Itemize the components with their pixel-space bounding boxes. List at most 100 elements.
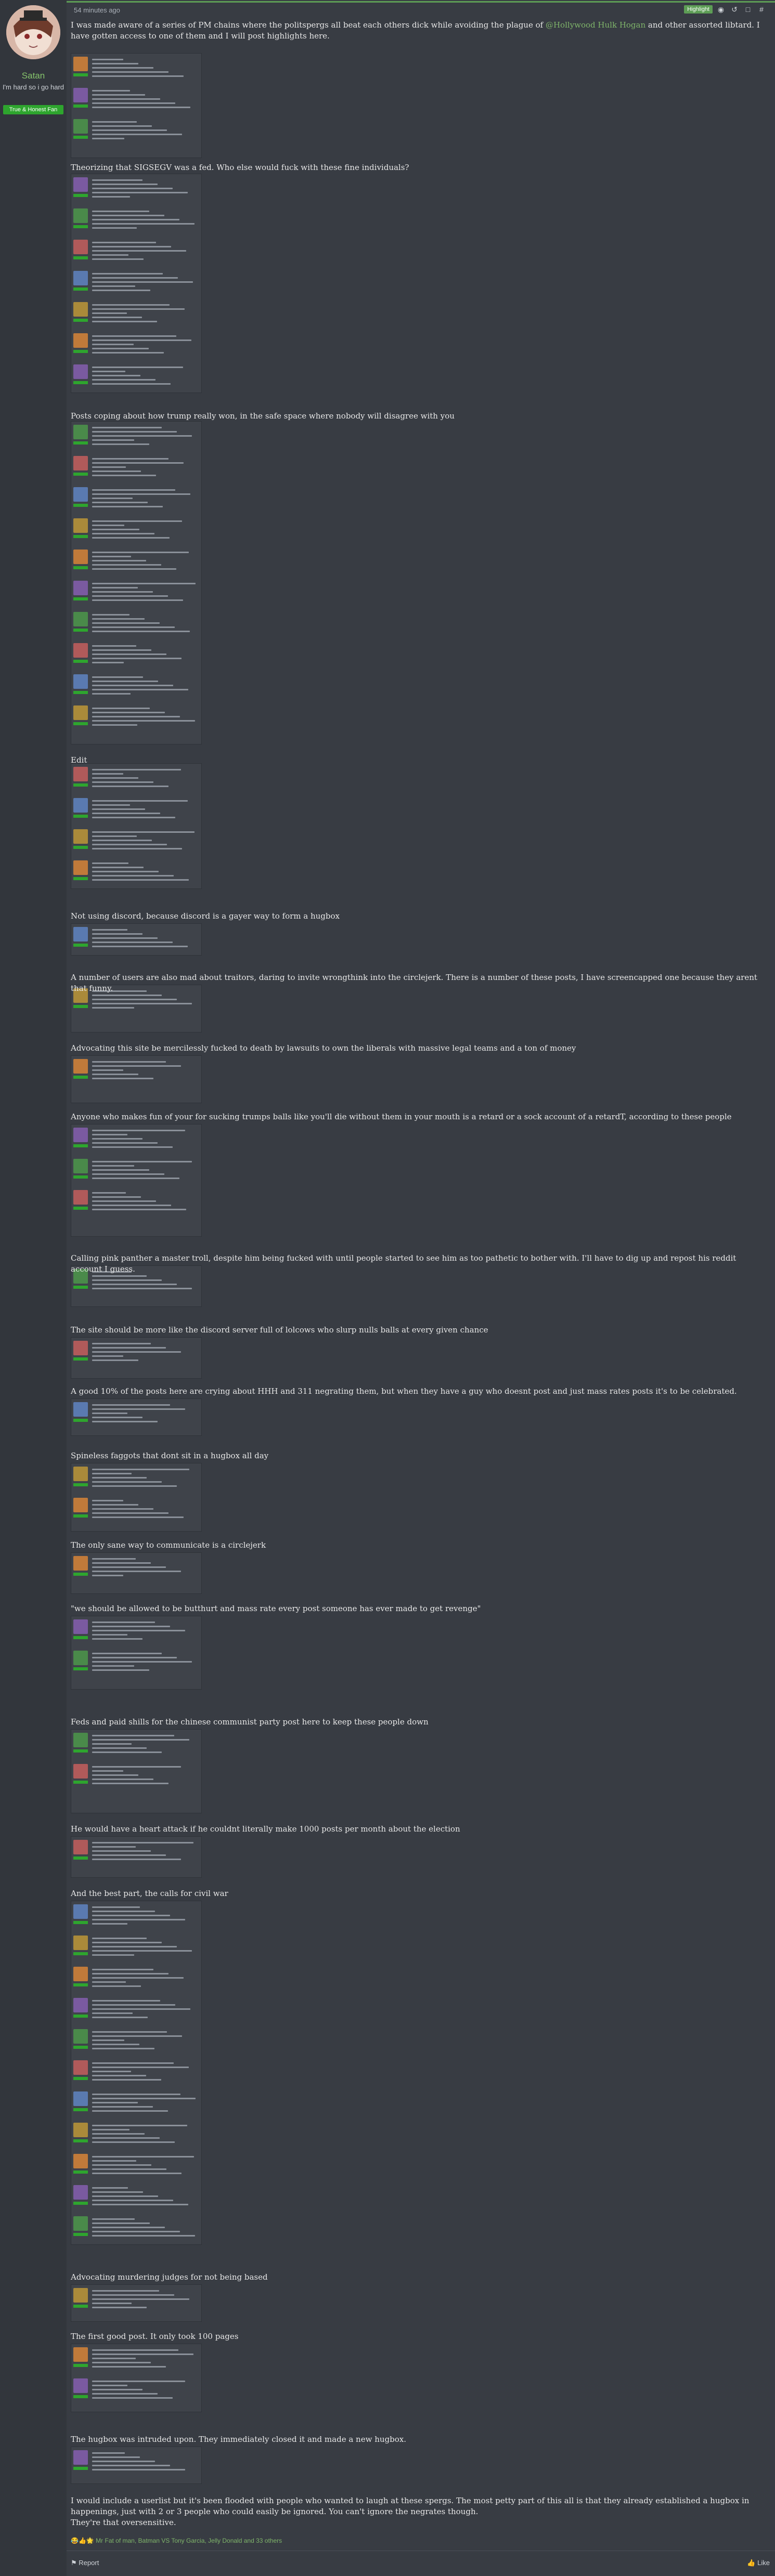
screenshot-avatar: [73, 2378, 88, 2393]
screenshot-text-line: [92, 335, 176, 337]
screenshot-image[interactable]: [71, 1463, 202, 1532]
screenshot-text-line: [92, 470, 141, 472]
screenshot-text-line: [92, 1919, 185, 1920]
screenshot-image[interactable]: [71, 1729, 202, 1813]
screenshot-text-line: [92, 848, 182, 849]
screenshot-text-line: [92, 506, 163, 507]
like-button[interactable]: 👍 Like: [747, 2559, 770, 2567]
screenshot-badge: [73, 256, 88, 259]
screenshot-avatar: [73, 1936, 88, 1950]
screenshot-badge: [73, 1636, 88, 1639]
screenshot-image[interactable]: [71, 53, 202, 158]
screenshot-image[interactable]: [71, 1055, 202, 1103]
screenshot-image[interactable]: [71, 421, 202, 744]
post-number-icon[interactable]: #: [756, 5, 767, 14]
screenshot-image[interactable]: [71, 2344, 202, 2412]
post-header: 54 minutes ago Highlight ◉ ↺ □ #: [71, 5, 771, 16]
user-mention[interactable]: @Hollywood Hulk Hogan: [546, 20, 645, 30]
screenshot-text-line: [92, 1950, 192, 1952]
screenshot-text-line: [92, 2008, 190, 2010]
screenshot-text-line: [92, 2231, 180, 2232]
screenshot-text-line: [92, 462, 184, 464]
share-icon[interactable]: ↺: [729, 5, 740, 14]
screenshot-text-line: [92, 2469, 185, 2470]
screenshot-avatar: [73, 767, 88, 781]
screenshot-badge: [73, 225, 88, 228]
screenshot-text-line: [92, 2389, 143, 2390]
screenshot-text-line: [92, 2106, 153, 2108]
screenshot-text-line: [92, 875, 174, 877]
reaction-icons: 😂👍🌟: [71, 2537, 96, 2544]
screenshot-text-line: [92, 840, 152, 841]
screenshot-text-line: [92, 2298, 189, 2300]
screenshot-image[interactable]: [71, 763, 202, 889]
thumbs-up-icon: 👍: [747, 2559, 758, 2567]
screenshot-text-line: [92, 2110, 168, 2112]
report-button[interactable]: ⚑ Report: [71, 2559, 99, 2567]
screenshot-text-line: [92, 475, 156, 476]
screenshot-text-line: [92, 2187, 128, 2189]
screenshot-badge: [73, 815, 88, 818]
post-timestamp[interactable]: 54 minutes ago: [74, 6, 120, 14]
screenshot-text-line: [92, 645, 136, 647]
screenshot-text-line: [92, 352, 164, 354]
avatar[interactable]: [6, 5, 60, 59]
screenshot-text-line: [92, 1178, 179, 1179]
screenshot-text-line: [92, 662, 124, 663]
screenshot-avatar: [73, 1764, 88, 1779]
author-sidebar: Satan I'm hard so i go hard True & Hones…: [0, 0, 67, 2576]
screenshot-image[interactable]: [71, 1836, 202, 1878]
screenshot-avatar: [73, 1159, 88, 1173]
screenshot-text-line: [92, 1638, 143, 1640]
screenshot-avatar: [73, 581, 88, 595]
screenshot-badge: [73, 846, 88, 849]
screenshot-text-line: [92, 466, 126, 468]
screenshot-text-line: [92, 831, 195, 833]
screenshot-text-line: [92, 2075, 146, 2076]
screenshot-text-line: [92, 290, 150, 291]
caption: Edit: [71, 755, 87, 765]
screenshot-image[interactable]: [71, 174, 202, 393]
screenshot-avatar: [73, 829, 88, 844]
screenshot-avatar: [73, 2450, 88, 2465]
reaction-bar[interactable]: 😂👍🌟 Mr Fat of man, Batman VS Tony Garcia…: [71, 2537, 282, 2544]
screenshot-text-line: [92, 622, 160, 624]
screenshot-text-line: [92, 720, 195, 722]
screenshot-text-line: [92, 184, 158, 185]
screenshot-text-line: [92, 1622, 155, 1623]
screenshot-text-line: [92, 1404, 170, 1406]
screenshot-image[interactable]: [71, 923, 202, 956]
screenshot-text-line: [92, 804, 130, 806]
screenshot-avatar: [73, 1733, 88, 1747]
screenshot-text-line: [92, 1774, 138, 1776]
screenshot-text-line: [92, 1200, 156, 1202]
screenshot-image[interactable]: [71, 2284, 202, 2322]
screenshot-image[interactable]: [71, 1552, 202, 1594]
bookmark-icon[interactable]: □: [743, 5, 753, 14]
screenshot-text-line: [92, 2031, 167, 2033]
screenshot-image[interactable]: [71, 2447, 202, 2484]
screenshot-text-line: [92, 1981, 126, 1983]
screenshot-badge: [73, 1781, 88, 1784]
screenshot-image[interactable]: [71, 1901, 202, 2245]
screenshot-image[interactable]: [71, 1616, 202, 1690]
screenshot-text-line: [92, 427, 162, 428]
username[interactable]: Satan: [0, 71, 67, 81]
screenshot-image[interactable]: [71, 1398, 202, 1436]
eye-icon[interactable]: ◉: [716, 5, 726, 14]
reaction-users[interactable]: Mr Fat of man, Batman VS Tony Garcia, Je…: [96, 2537, 282, 2544]
screenshot-text-line: [92, 1653, 162, 1654]
screenshot-text-line: [92, 63, 138, 64]
screenshot-image[interactable]: [71, 1124, 202, 1237]
screenshot-text-line: [92, 192, 188, 193]
screenshot-text-line: [92, 107, 190, 108]
screenshot-image[interactable]: [71, 1337, 202, 1379]
screenshot-text-line: [92, 786, 169, 787]
highlight-badge[interactable]: Highlight: [684, 5, 713, 14]
screenshot-text-line: [92, 250, 186, 252]
screenshot-text-line: [92, 1669, 149, 1671]
screenshot-badge: [73, 194, 88, 197]
screenshot-text-line: [92, 2353, 193, 2355]
screenshot-badge: [73, 2077, 88, 2080]
screenshot-text-line: [92, 2452, 125, 2454]
